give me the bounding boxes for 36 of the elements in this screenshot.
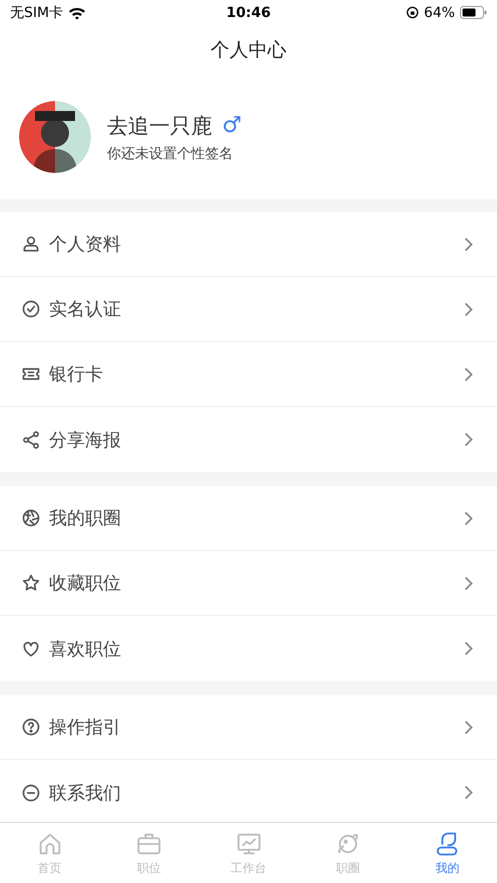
page-title: 个人中心 <box>210 38 286 63</box>
male-icon: ♂ <box>222 113 242 138</box>
menu-item[interactable]: 个人资料 <box>0 212 497 277</box>
help-icon <box>21 717 41 737</box>
chevron-right-icon <box>464 366 473 382</box>
person-icon <box>21 234 41 254</box>
chevron-right-icon <box>464 302 473 316</box>
chevron-right-icon <box>464 785 473 800</box>
menu-item[interactable]: 我的职圈 <box>0 486 497 551</box>
clock-text: 10:46 <box>226 4 271 20</box>
signature-text: 你还未设置个性签名 <box>107 144 234 162</box>
tab-item[interactable]: 我的 <box>398 823 497 883</box>
aperture-icon <box>21 508 41 528</box>
battery-icon <box>460 6 487 19</box>
battery-text: 64% <box>424 4 455 20</box>
avatar[interactable] <box>19 101 91 173</box>
menu-item[interactable]: 实名认证 <box>0 277 497 342</box>
chevron-right-icon <box>464 576 473 590</box>
menu-item[interactable]: 喜欢职位 <box>0 616 497 681</box>
rotation-lock-icon <box>406 6 419 19</box>
chevron-right-icon <box>464 236 473 252</box>
menu-item[interactable]: 分享海报 <box>0 407 497 472</box>
menu-item[interactable]: 收藏职位 <box>0 551 497 616</box>
user-name: 去追一只鹿 <box>107 112 212 140</box>
menu-item[interactable]: 银行卡 <box>0 342 497 407</box>
menu-item[interactable]: 联系我们 <box>0 760 497 822</box>
menu-item[interactable]: 操作指引 <box>0 695 497 760</box>
chevron-right-icon <box>464 720 473 734</box>
share-icon <box>21 430 41 450</box>
chevron-right-icon <box>464 432 473 447</box>
chevron-right-icon <box>464 641 473 656</box>
carrier-text: 无SIM卡 <box>10 4 64 22</box>
star-icon <box>21 573 41 593</box>
chevron-right-icon <box>464 510 473 526</box>
check-circle-icon <box>21 299 41 319</box>
wifi-icon <box>68 6 86 20</box>
